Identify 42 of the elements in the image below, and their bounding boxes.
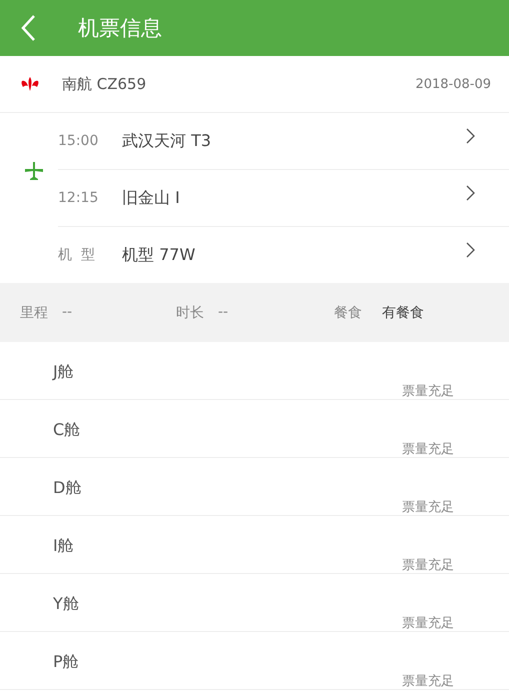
ticket-status: 票量充足: [402, 673, 454, 690]
row-label: 机 型: [58, 246, 96, 264]
cabin-row[interactable]: Y舱 票量充足: [0, 574, 509, 632]
cabin-name: Y舱: [53, 594, 79, 615]
info-value: 有餐食: [382, 304, 424, 322]
row-label: 15:00: [58, 133, 100, 149]
cabin-row[interactable]: I舱 票量充足: [0, 516, 509, 574]
cabin-name: C舱: [53, 420, 80, 441]
flight-date: 2018-08-09: [415, 76, 491, 92]
plane-icon: [24, 161, 44, 181]
info-label: 里程: [20, 304, 48, 322]
info-label: 餐食: [334, 304, 362, 322]
row-value: 旧金山 I: [122, 188, 180, 208]
ticket-status: 票量充足: [402, 383, 454, 400]
flight-number: 南航 CZ659: [62, 74, 146, 94]
info-value: --: [218, 304, 228, 322]
ticket-status: 票量充足: [402, 615, 454, 632]
route-row[interactable]: 12:15 旧金山 I: [58, 170, 509, 227]
chevron-right-icon: [466, 242, 475, 258]
row-label: 12:15: [58, 190, 100, 206]
cabin-row[interactable]: P舱 票量充足: [0, 632, 509, 690]
info-label: 时长: [176, 304, 204, 322]
cabin-name: I舱: [53, 536, 74, 557]
page-title: 机票信息: [78, 15, 162, 42]
chevron-right-icon: [466, 128, 475, 144]
ticket-status: 票量充足: [402, 441, 454, 458]
cabin-name: D舱: [53, 478, 82, 499]
airline-logo-icon: [20, 76, 40, 92]
ticket-status: 票量充足: [402, 499, 454, 516]
chevron-right-icon: [466, 185, 475, 201]
route-row[interactable]: 机 型 机型 77W: [58, 227, 509, 283]
ticket-status: 票量充足: [402, 557, 454, 574]
row-value: 机型 77W: [122, 244, 196, 266]
route-row[interactable]: 15:00 武汉天河 T3: [58, 113, 509, 170]
info-value: --: [62, 304, 72, 322]
cabin-row[interactable]: C舱 票量充足: [0, 400, 509, 458]
cabin-row[interactable]: J舱 票量充足: [0, 342, 509, 400]
row-value: 武汉天河 T3: [122, 130, 212, 152]
back-icon[interactable]: [20, 14, 36, 42]
cabin-name: J舱: [53, 362, 74, 383]
cabin-name: P舱: [53, 652, 79, 673]
cabin-row[interactable]: D舱 票量充足: [0, 458, 509, 516]
